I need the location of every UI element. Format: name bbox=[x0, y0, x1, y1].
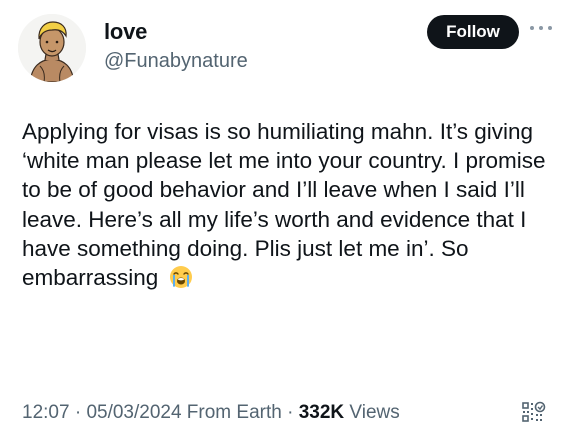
loudly-crying-face-icon bbox=[169, 266, 192, 289]
tweet-time[interactable]: 12:07 bbox=[22, 402, 70, 423]
tweet-text: Applying for visas is so humiliating mah… bbox=[22, 117, 557, 292]
tweet-meta: 12:07 · 05/03/2024 From Earth · 332K Vie… bbox=[22, 402, 400, 424]
tweet-card: love @Funabynature Follow Applying for v… bbox=[0, 0, 576, 438]
user-name[interactable]: love bbox=[104, 19, 147, 45]
views-count: 332K bbox=[298, 402, 345, 423]
avatar[interactable] bbox=[18, 14, 86, 82]
tweet-body: Applying for visas is so humiliating mah… bbox=[22, 119, 546, 291]
avatar-illustration-icon bbox=[18, 14, 86, 82]
tweet-date[interactable]: 05/03/2024 bbox=[86, 402, 181, 423]
meta-separator: · bbox=[281, 402, 299, 423]
tweet-source: From Earth bbox=[181, 402, 282, 423]
meta-separator: · bbox=[69, 402, 87, 423]
views-label: Views bbox=[344, 402, 400, 423]
qr-code-icon[interactable] bbox=[520, 400, 546, 426]
user-handle[interactable]: @Funabynature bbox=[104, 50, 248, 73]
more-options-icon[interactable] bbox=[530, 22, 552, 34]
follow-button[interactable]: Follow bbox=[427, 15, 519, 49]
